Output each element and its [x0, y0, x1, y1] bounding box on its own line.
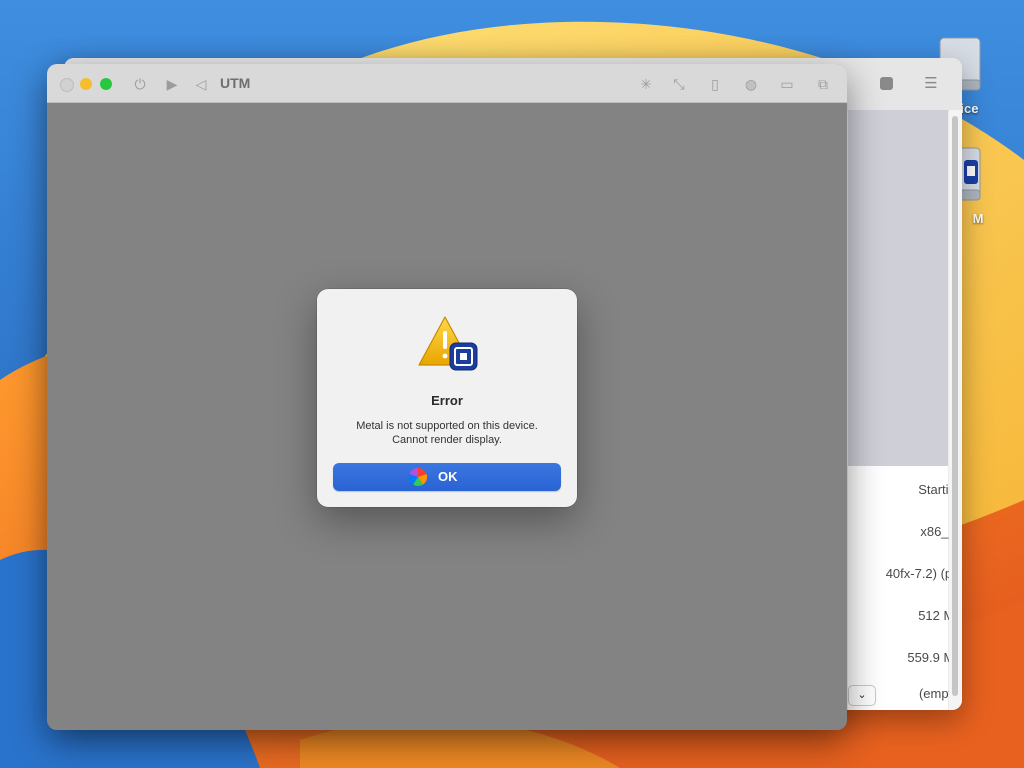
vm-details-panel: Starting x86_64 40fx-7.2) (pc) 512 MB 55… — [848, 466, 962, 710]
drive-icon[interactable]: ◍ — [742, 75, 760, 93]
window-title: UTM — [220, 75, 251, 91]
maximize-button[interactable] — [100, 78, 112, 90]
capture-cursor-icon[interactable]: ✳ — [637, 75, 655, 93]
windows-icon[interactable]: ⧉ — [814, 75, 832, 93]
warning-icon — [418, 316, 478, 371]
error-dialog: Error Metal is not supported on this dev… — [317, 289, 577, 507]
resize-icon[interactable]: ⤡ — [670, 75, 688, 93]
desktop: Office M ☰ Starting x86_64 40fx-7.2) (pc… — [0, 0, 1024, 768]
vm-preview — [848, 110, 948, 466]
utm-app-icon — [449, 342, 478, 371]
usb-icon[interactable]: ▯ — [706, 75, 724, 93]
ok-button-label: OK — [438, 469, 458, 484]
minimize-button[interactable] — [80, 78, 92, 90]
drive-select-dropdown[interactable]: ⌄ — [848, 685, 876, 706]
chevron-down-icon: ⌄ — [857, 689, 867, 701]
shared-folder-icon[interactable]: ▭ — [778, 75, 796, 93]
dialog-title: Error — [431, 393, 463, 408]
power-icon[interactable]: ⏻ — [131, 75, 149, 93]
stop-icon[interactable] — [880, 77, 893, 90]
play-icon[interactable]: ▶ — [163, 75, 181, 93]
library-scrollbar[interactable] — [949, 110, 962, 710]
close-button[interactable] — [60, 78, 74, 92]
restart-icon[interactable]: ◁ — [192, 75, 210, 93]
spinning-wheel-icon — [409, 468, 427, 486]
ok-button[interactable]: OK — [333, 463, 561, 491]
settings-sliders-icon[interactable]: ☰ — [923, 76, 939, 92]
vm-titlebar: ⏻ ▶ ◁ UTM ✳ ⤡ ▯ ◍ ▭ ⧉ — [47, 64, 847, 103]
dialog-message-line: Metal is not supported on this device. — [356, 420, 538, 432]
dialog-message-line: Cannot render display. — [392, 434, 502, 446]
scrollbar-thumb[interactable] — [952, 116, 958, 696]
dialog-message: Metal is not supported on this device. C… — [327, 419, 567, 447]
